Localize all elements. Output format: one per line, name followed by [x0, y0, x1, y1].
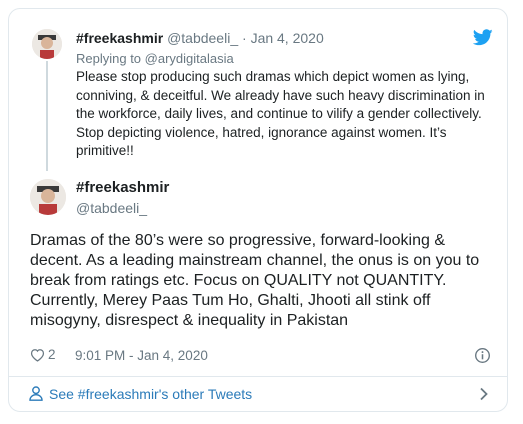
- heart-icon: [30, 348, 45, 362]
- main-handle[interactable]: @tabdeeli_: [76, 200, 147, 216]
- like-count: 2: [48, 347, 56, 362]
- main-display-name[interactable]: #freekashmir: [76, 179, 169, 196]
- tweet-footer: 2 9:01 PM - Jan 4, 2020: [30, 346, 500, 366]
- main-tweet-text: Dramas of the 80’s were so progressive, …: [30, 232, 480, 329]
- like-button[interactable]: 2: [30, 347, 56, 362]
- parent-date[interactable]: Jan 4, 2020: [251, 30, 324, 46]
- info-icon[interactable]: [474, 347, 491, 364]
- parent-handle[interactable]: @tabdeeli_: [167, 30, 238, 46]
- twitter-bird-icon[interactable]: [473, 29, 493, 46]
- main-avatar[interactable]: [30, 179, 66, 215]
- see-other-tweets-label: See #freekashmir's other Tweets: [49, 386, 253, 402]
- replying-to-handle-link[interactable]: @arydigitalasia: [145, 51, 234, 66]
- embedded-tweet-card: #freekashmir @tabdeeli_ · Jan 4, 2020 Re…: [8, 8, 508, 412]
- parent-tweet-text: Please stop producing such dramas which …: [76, 69, 485, 158]
- footer-divider: [9, 376, 507, 377]
- parent-separator: ·: [242, 30, 247, 46]
- parent-display-name[interactable]: #freekashmir: [76, 30, 163, 46]
- replying-to-prefix: Replying to: [76, 51, 142, 66]
- tweet-timestamp[interactable]: 9:01 PM - Jan 4, 2020: [75, 348, 208, 363]
- thread-connector-line: [46, 61, 48, 171]
- see-other-tweets-link[interactable]: See #freekashmir's other Tweets: [21, 384, 495, 406]
- person-icon: [29, 386, 43, 401]
- replying-to-line: Replying to @arydigitalasia: [76, 51, 234, 66]
- parent-avatar[interactable]: [32, 29, 62, 59]
- parent-tweet-header: #freekashmir @tabdeeli_ · Jan 4, 2020: [76, 30, 324, 46]
- chevron-right-icon: [480, 387, 488, 401]
